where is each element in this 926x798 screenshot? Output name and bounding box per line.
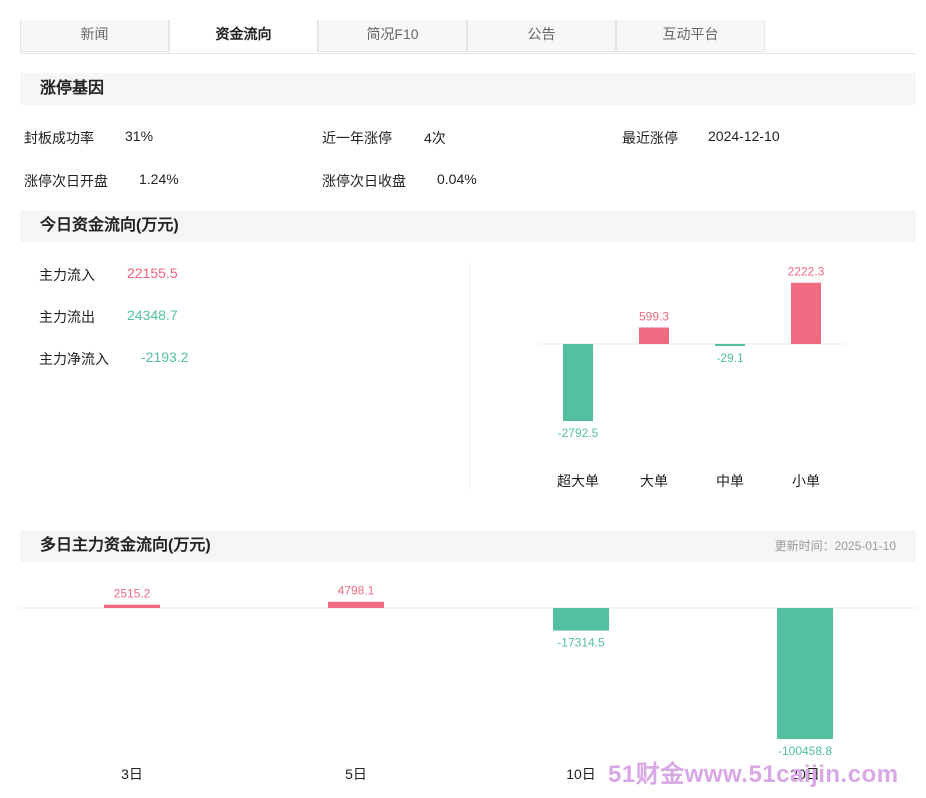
bar-1-3 bbox=[777, 608, 833, 739]
limit-up-section-header: 涨停基因 bbox=[20, 73, 916, 105]
data-label: 4798.1 bbox=[338, 584, 375, 598]
category-label: 超大单 bbox=[557, 473, 599, 489]
data-label: 2515.2 bbox=[114, 587, 151, 601]
data-label: -29.1 bbox=[716, 351, 744, 365]
main-outflow-value: 24348.7 bbox=[127, 307, 178, 323]
data-label: -17314.5 bbox=[557, 636, 605, 650]
tab-bar: 新闻 资金流向 简况F10 公告 互动平台 bbox=[20, 20, 916, 54]
next-day-close-label: 涨停次日收盘 bbox=[322, 173, 406, 189]
category-label: 10日 bbox=[566, 766, 596, 782]
tab-interaction-platform[interactable]: 互动平台 bbox=[616, 20, 765, 52]
data-label: -2792.5 bbox=[558, 426, 599, 440]
category-label: 3日 bbox=[121, 766, 143, 782]
bar-0-2 bbox=[715, 344, 745, 346]
bar-0-3 bbox=[791, 282, 821, 344]
next-day-open-value: 1.24% bbox=[139, 171, 179, 187]
main-net-inflow-value: -2193.2 bbox=[141, 349, 189, 365]
bar-1-1 bbox=[328, 601, 384, 608]
main-inflow-label: 主力流入 bbox=[39, 267, 95, 283]
today-flow-bar-chart: -2792.5 超大单 599.3 大单 -29.1 中单 2222.3 小单 bbox=[540, 265, 844, 489]
watermark: 51财金www.51caijin.com bbox=[608, 761, 899, 788]
seal-success-rate-label: 封板成功率 bbox=[24, 130, 94, 146]
limit-up-title: 涨停基因 bbox=[40, 80, 105, 97]
latest-limit-up-label: 最近涨停 bbox=[622, 130, 678, 146]
limit-up-count-value: 4次 bbox=[424, 130, 446, 146]
today-flow-section-header: 今日资金流向(万元) bbox=[20, 210, 916, 242]
category-label: 小单 bbox=[792, 473, 820, 489]
multi-day-section-header: 多日主力资金流向(万元) 更新时间：2025-01-10 bbox=[20, 530, 916, 562]
bar-1-2 bbox=[553, 608, 609, 631]
tab-announcements[interactable]: 公告 bbox=[467, 20, 616, 52]
tab-f10-overview[interactable]: 简况F10 bbox=[318, 20, 467, 52]
multi-day-title: 多日主力资金流向(万元) bbox=[40, 537, 211, 554]
category-label: 大单 bbox=[640, 473, 668, 489]
main-outflow-label: 主力流出 bbox=[39, 309, 95, 325]
latest-limit-up-value: 2024-12-10 bbox=[708, 128, 780, 144]
category-label: 中单 bbox=[716, 473, 744, 489]
today-flow-title: 今日资金流向(万元) bbox=[40, 217, 179, 234]
limit-up-count-label: 近一年涨停 bbox=[322, 130, 392, 146]
next-day-close-value: 0.04% bbox=[437, 171, 477, 187]
data-label: 2222.3 bbox=[788, 265, 825, 279]
main-inflow-value: 22155.5 bbox=[127, 265, 178, 281]
bar-0-0 bbox=[563, 344, 593, 421]
tab-fund-flow[interactable]: 资金流向 bbox=[169, 20, 318, 53]
seal-success-rate-value: 31% bbox=[125, 128, 154, 144]
data-label: 599.3 bbox=[639, 309, 669, 323]
main-net-inflow-label: 主力净流入 bbox=[39, 351, 109, 367]
category-label: 5日 bbox=[345, 766, 367, 782]
update-time: 更新时间：2025-01-10 bbox=[774, 539, 896, 553]
tab-news[interactable]: 新闻 bbox=[20, 20, 169, 52]
bar-0-1 bbox=[639, 327, 669, 344]
bar-1-0 bbox=[104, 604, 160, 608]
next-day-open-label: 涨停次日开盘 bbox=[24, 173, 108, 189]
